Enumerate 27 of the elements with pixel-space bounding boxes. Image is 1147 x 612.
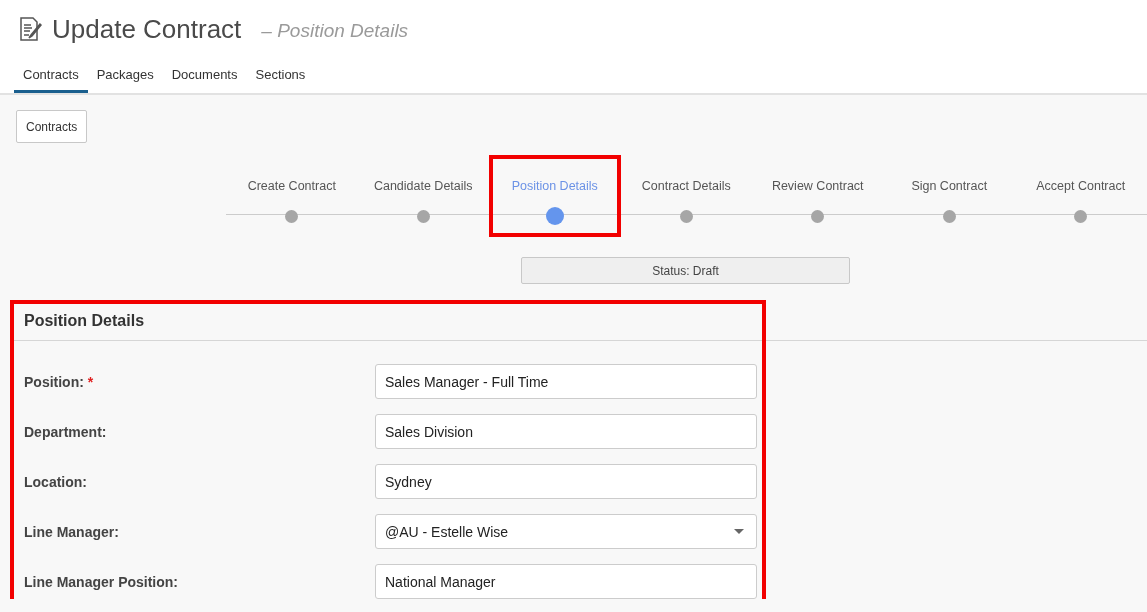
progress-step[interactable]: Create Contract [226,155,358,237]
dropdown-field[interactable]: @AU - Estelle Wise [375,514,757,549]
progress-step[interactable]: Contract Details [620,155,752,237]
contracts-button[interactable]: Contracts [16,110,88,143]
progress-step[interactable]: Review Contract [752,155,884,237]
field-label: Location: [24,473,88,490]
input-field[interactable]: National Manager [375,564,757,599]
status-bar: Status: Draft [521,257,850,284]
page-title: Update Contract [52,13,242,45]
nav-tab[interactable]: Sections [246,63,315,93]
field-label: Line Manager: [24,523,120,540]
input-field[interactable]: Sydney [375,464,757,499]
nav-tab[interactable]: Packages [87,63,163,93]
document-edit-icon [18,16,44,42]
progress-step[interactable]: Sign Contract [883,155,1015,237]
field-label: Department: [24,423,108,440]
section-title: Position Details [24,312,145,329]
progress-step[interactable]: Accept Contract [1015,155,1147,237]
field-label: Position: * [24,373,95,390]
nav-tab[interactable]: Documents [162,63,247,93]
nav-tab[interactable]: Contracts [14,63,88,93]
caret-icon [734,529,744,534]
progress-step[interactable]: Candidate Details [357,155,489,237]
input-field[interactable]: Sales Manager - Full Time [375,364,757,399]
field-label: Line Manager Position: [24,573,179,590]
page-subtitle: – Position Details [261,20,409,42]
input-field[interactable]: Sales Division [375,414,757,449]
